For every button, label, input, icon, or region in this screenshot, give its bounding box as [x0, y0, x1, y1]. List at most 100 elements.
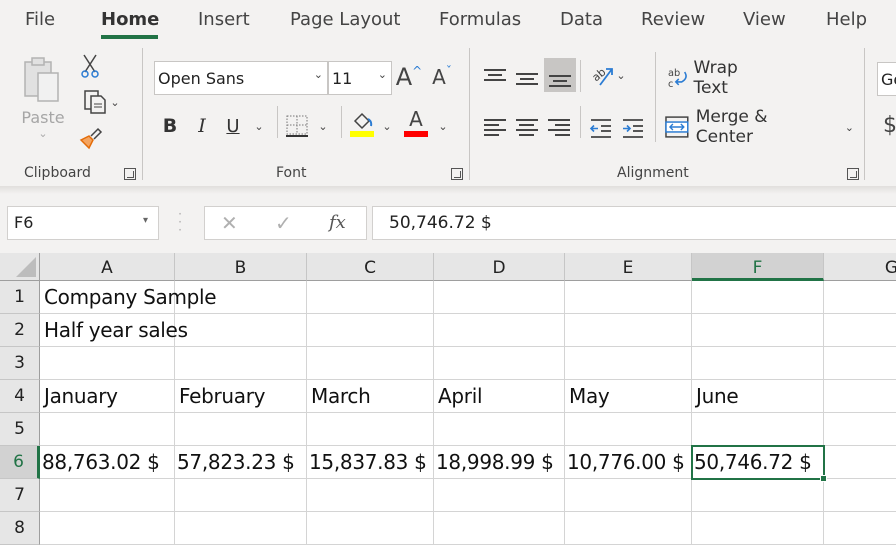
italic-button[interactable]: I [190, 112, 214, 140]
middle-align-button[interactable] [516, 62, 542, 92]
font-color-dropdown-icon[interactable]: ⌄ [434, 112, 452, 140]
cell-g5[interactable] [824, 413, 896, 446]
row-header-6[interactable]: 6 [0, 446, 40, 479]
cell-c2[interactable] [307, 314, 434, 347]
cell-d4[interactable]: April [434, 380, 565, 413]
row-header-8[interactable]: 8 [0, 512, 40, 545]
cell-g1[interactable] [824, 281, 896, 314]
cell-g2[interactable] [824, 314, 896, 347]
orientation-button[interactable]: ab ⌄ [588, 60, 628, 90]
enter-icon[interactable]: ✓ [275, 211, 292, 235]
cell-f5[interactable] [692, 413, 824, 446]
cell-c1[interactable] [307, 281, 434, 314]
cell-d3[interactable] [434, 347, 565, 380]
font-color-button[interactable]: A [403, 106, 429, 140]
cell-d8[interactable] [434, 512, 565, 545]
cell-b4[interactable]: February [175, 380, 307, 413]
cell-e2[interactable] [565, 314, 692, 347]
cell-a2[interactable]: Half year sales [40, 314, 188, 347]
tab-view[interactable]: View [743, 9, 786, 30]
increase-font-size-button[interactable]: A ^ [395, 62, 423, 92]
cell-f2[interactable] [692, 314, 824, 347]
cell-a1[interactable]: Company Sample [40, 281, 217, 314]
select-all-button[interactable] [0, 253, 40, 281]
row-header-2[interactable]: 2 [0, 314, 40, 347]
alignment-dialog-launcher-icon[interactable] [847, 168, 859, 180]
cell-a3[interactable] [40, 347, 175, 380]
accounting-format-button[interactable]: $ [880, 110, 896, 140]
align-left-button[interactable] [484, 114, 510, 144]
tab-home[interactable]: Home [101, 9, 159, 30]
tab-help[interactable]: Help [826, 9, 867, 30]
cell-c4[interactable]: March [307, 380, 434, 413]
cell-c8[interactable] [307, 512, 434, 545]
cell-e8[interactable] [565, 512, 692, 545]
column-header-g[interactable]: G [824, 253, 896, 281]
top-align-button[interactable] [484, 62, 510, 92]
paste-button[interactable]: Paste ⌄ [18, 52, 68, 144]
align-center-button[interactable] [516, 114, 542, 144]
tab-page-layout[interactable]: Page Layout [290, 9, 401, 30]
cell-d5[interactable] [434, 413, 565, 446]
cell-d7[interactable] [434, 479, 565, 512]
cell-f6[interactable]: 50,746.72 $ [692, 446, 824, 479]
font-size-combo[interactable]: 11 ⌄ [328, 61, 392, 95]
cell-f1[interactable] [692, 281, 824, 314]
cell-e6[interactable]: 10,776.00 $ [565, 446, 692, 479]
number-format-combo[interactable]: Ge [877, 62, 896, 96]
cell-a8[interactable] [40, 512, 175, 545]
underline-button[interactable]: U [221, 112, 245, 140]
cell-a5[interactable] [40, 413, 175, 446]
row-header-1[interactable]: 1 [0, 281, 40, 314]
bottom-align-button[interactable] [544, 58, 576, 92]
cell-f4[interactable]: June [692, 380, 824, 413]
cell-a4[interactable]: January [40, 380, 175, 413]
cell-g7[interactable] [824, 479, 896, 512]
fill-color-dropdown-icon[interactable]: ⌄ [378, 112, 396, 140]
cell-c7[interactable] [307, 479, 434, 512]
increase-indent-button[interactable] [620, 114, 646, 142]
cell-d1[interactable] [434, 281, 565, 314]
clipboard-dialog-launcher-icon[interactable] [124, 168, 136, 180]
paste-dropdown-icon[interactable]: ⌄ [38, 127, 47, 140]
borders-button[interactable] [284, 112, 310, 140]
align-right-button[interactable] [548, 114, 574, 144]
name-box[interactable]: F6 ▾ [7, 206, 159, 240]
cut-button[interactable] [78, 52, 102, 80]
cell-c6[interactable]: 15,837.83 $ [307, 446, 434, 479]
cell-f8[interactable] [692, 512, 824, 545]
decrease-indent-button[interactable] [588, 114, 614, 142]
fill-handle[interactable] [820, 475, 827, 482]
row-header-3[interactable]: 3 [0, 347, 40, 380]
decrease-font-size-button[interactable]: Aˇ [428, 62, 456, 92]
cell-b3[interactable] [175, 347, 307, 380]
merge-center-button[interactable]: Merge & Center ⌄ [664, 107, 854, 147]
cell-c3[interactable] [307, 347, 434, 380]
cell-b6[interactable]: 57,823.23 $ [175, 446, 307, 479]
copy-button[interactable]: ⌄ [76, 88, 126, 116]
tab-formulas[interactable]: Formulas [439, 9, 521, 30]
column-header-a[interactable]: A [40, 253, 175, 281]
column-header-b[interactable]: B [175, 253, 307, 281]
copy-dropdown-icon[interactable]: ⌄ [110, 96, 119, 109]
formula-input[interactable]: 50,746.72 $ [372, 206, 896, 240]
column-header-c[interactable]: C [307, 253, 434, 281]
insert-function-icon[interactable]: fx [329, 212, 346, 233]
cell-b1[interactable] [175, 281, 307, 314]
cell-b7[interactable] [175, 479, 307, 512]
cell-g6[interactable] [824, 446, 896, 479]
cell-b5[interactable] [175, 413, 307, 446]
column-header-e[interactable]: E [565, 253, 692, 281]
underline-dropdown-icon[interactable]: ⌄ [250, 112, 268, 140]
cell-e1[interactable] [565, 281, 692, 314]
cell-d2[interactable] [434, 314, 565, 347]
bold-button[interactable]: B [158, 112, 182, 140]
row-header-5[interactable]: 5 [0, 413, 40, 446]
cell-a7[interactable] [40, 479, 175, 512]
cell-a6[interactable]: 88,763.02 $ [40, 446, 175, 479]
cell-g4[interactable] [824, 380, 896, 413]
cell-e3[interactable] [565, 347, 692, 380]
cell-f3[interactable] [692, 347, 824, 380]
cell-e5[interactable] [565, 413, 692, 446]
cell-b8[interactable] [175, 512, 307, 545]
